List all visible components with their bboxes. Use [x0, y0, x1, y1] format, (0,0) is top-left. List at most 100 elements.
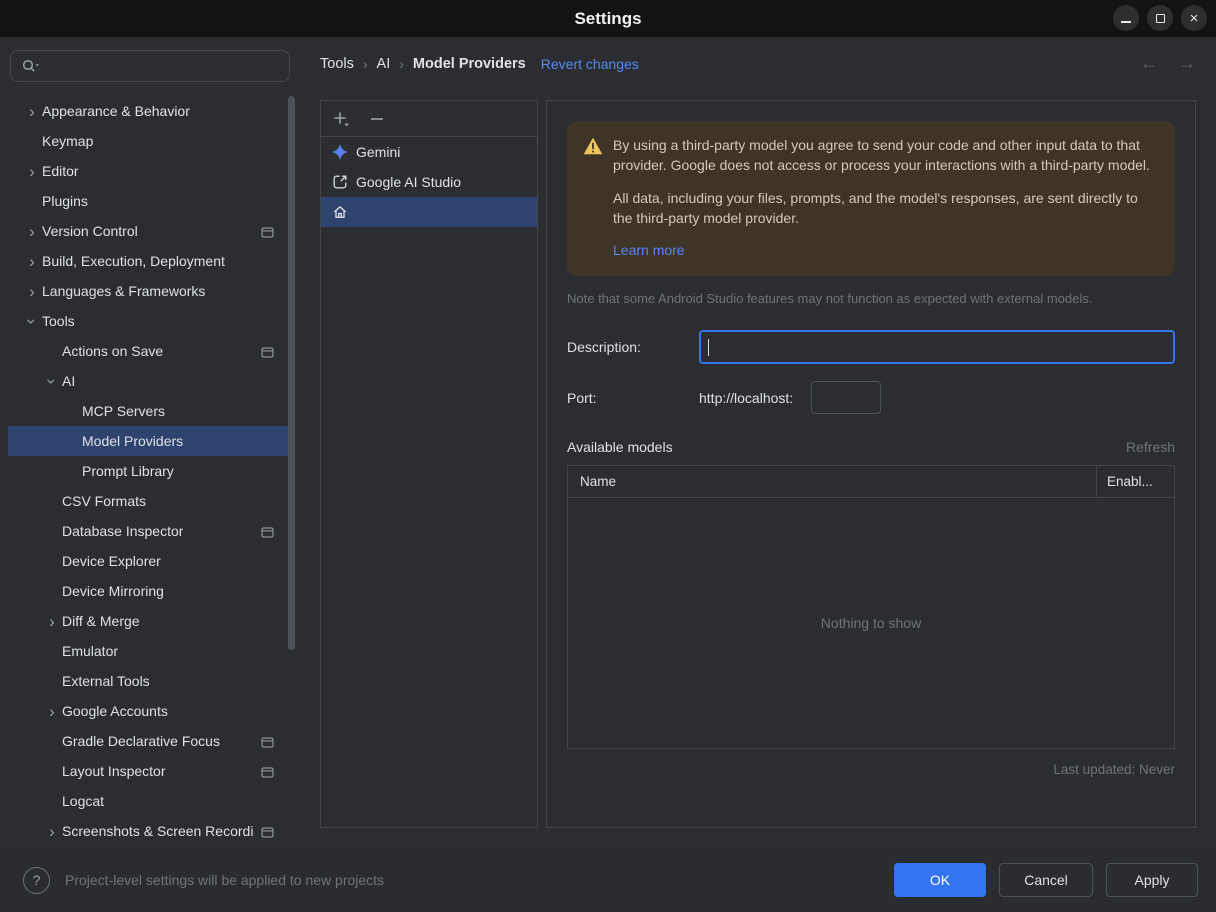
sidebar-item-label: Tools [42, 313, 75, 329]
sidebar-item-actions-on-save[interactable]: Actions on Save [8, 336, 294, 366]
sidebar-item-build-execution-deployment[interactable]: Build, Execution, Deployment [8, 246, 294, 276]
project-window-icon [261, 345, 274, 361]
cancel-button[interactable]: Cancel [999, 863, 1093, 897]
column-header-enabled[interactable]: Enabl... [1096, 466, 1174, 498]
sidebar-item-diff-merge[interactable]: Diff & Merge [8, 606, 294, 636]
sidebar-item-label: Screenshots & Screen Recordi [62, 823, 254, 839]
sidebar-item-database-inspector[interactable]: Database Inspector [8, 516, 294, 546]
settings-tree: Appearance & Behavior Keymap Editor Plug… [8, 96, 294, 846]
project-window-icon [261, 735, 274, 751]
sidebar-item-label: Actions on Save [62, 343, 164, 359]
sidebar-item-model-providers[interactable]: Model Providers [8, 426, 294, 456]
home-icon [331, 204, 348, 221]
ok-button[interactable]: OK [894, 863, 986, 897]
warning-text-1: By using a third-party model you agree t… [613, 137, 1150, 173]
sidebar-item-label: Emulator [62, 643, 119, 659]
sidebar-item-label: Plugins [42, 193, 88, 209]
breadcrumb-model-providers[interactable]: Model Providers [413, 56, 526, 72]
sidebar-item-label: Google Accounts [62, 703, 168, 719]
forward-arrow-icon[interactable]: → [1178, 53, 1196, 74]
revert-changes-link[interactable]: Revert changes [541, 56, 639, 72]
sidebar-item-tools[interactable]: Tools [8, 306, 294, 336]
sidebar-item-emulator[interactable]: Emulator [8, 636, 294, 666]
dialog-footer: ? Project-level settings will be applied… [0, 848, 1216, 912]
sidebar-item-device-explorer[interactable]: Device Explorer [8, 546, 294, 576]
gemini-icon [331, 144, 348, 161]
provider-item-gemini[interactable]: Gemini [321, 137, 537, 167]
localhost-prefix: http://localhost: [699, 389, 794, 406]
sidebar-item-plugins[interactable]: Plugins [8, 186, 294, 216]
search-input[interactable] [10, 50, 290, 82]
chevron-icon [22, 103, 42, 120]
chevron-icon [42, 823, 62, 840]
sidebar-item-ai[interactable]: AI [8, 366, 294, 396]
third-party-warning-banner: By using a third-party model you agree t… [567, 121, 1175, 277]
close-icon: × [1189, 9, 1199, 27]
warning-icon [583, 137, 603, 161]
sidebar-item-csv-formats[interactable]: CSV Formats [8, 486, 294, 516]
chevron-icon [22, 223, 42, 240]
sidebar-item-external-tools[interactable]: External Tools [8, 666, 294, 696]
chevron-right-icon: › [362, 56, 368, 72]
apply-button[interactable]: Apply [1106, 863, 1198, 897]
models-table-header: Name Enabl... [568, 466, 1174, 499]
add-provider-button[interactable] [333, 111, 350, 127]
sidebar-item-google-accounts[interactable]: Google Accounts [8, 696, 294, 726]
external-models-note: Note that some Android Studio features m… [567, 291, 1093, 307]
project-window-icon [261, 525, 274, 541]
sidebar-item-screenshots-screen-recordi[interactable]: Screenshots & Screen Recordi [8, 816, 294, 846]
refresh-link[interactable]: Refresh [1126, 439, 1175, 455]
sidebar-item-label: Keymap [42, 133, 94, 149]
project-window-icon [261, 225, 274, 241]
sidebar-item-label: External Tools [62, 673, 150, 689]
sidebar-item-appearance-behavior[interactable]: Appearance & Behavior [8, 96, 294, 126]
maximize-icon [1155, 13, 1165, 23]
sidebar-item-layout-inspector[interactable]: Layout Inspector [8, 756, 294, 786]
sidebar-item-editor[interactable]: Editor [8, 156, 294, 186]
sidebar-item-prompt-library[interactable]: Prompt Library [8, 456, 294, 486]
minimize-button[interactable] [1113, 5, 1139, 31]
sidebar-item-label: MCP Servers [82, 403, 165, 419]
port-input[interactable] [811, 381, 882, 415]
description-row: Description: [567, 330, 1175, 365]
providers-list-panel: Gemini Google AI Studio [320, 100, 538, 828]
port-row: Port: http://localhost: [567, 381, 1175, 415]
sidebar-item-device-mirroring[interactable]: Device Mirroring [8, 576, 294, 606]
close-button[interactable]: × [1181, 5, 1207, 31]
breadcrumb: Tools › AI › Model Providers Revert chan… [320, 52, 639, 76]
sidebar-scrollbar[interactable] [288, 96, 295, 650]
google-ai-studio-icon [331, 174, 348, 191]
sidebar-item-logcat[interactable]: Logcat [8, 786, 294, 816]
port-label: Port: [567, 389, 597, 406]
provider-item-new[interactable] [321, 197, 537, 227]
question-mark-icon: ? [32, 872, 41, 888]
sidebar-item-label: Layout Inspector [62, 763, 166, 779]
settings-sidebar: Appearance & Behavior Keymap Editor Plug… [8, 48, 295, 846]
provider-item-label: Google AI Studio [356, 174, 462, 190]
column-header-name[interactable]: Name [568, 466, 1096, 497]
sidebar-item-label: Build, Execution, Deployment [42, 253, 225, 269]
providers-toolbar [321, 101, 537, 137]
sidebar-item-label: Logcat [62, 793, 105, 809]
sidebar-item-gradle-declarative-focus[interactable]: Gradle Declarative Focus [8, 726, 294, 756]
sidebar-item-keymap[interactable]: Keymap [8, 126, 294, 156]
sidebar-item-version-control[interactable]: Version Control [8, 216, 294, 246]
back-arrow-icon[interactable]: ← [1140, 53, 1158, 74]
sidebar-item-mcp-servers[interactable]: MCP Servers [8, 396, 294, 426]
maximize-button[interactable] [1147, 5, 1173, 31]
chevron-icon [22, 253, 42, 270]
help-button[interactable]: ? [23, 866, 50, 894]
sidebar-item-languages-frameworks[interactable]: Languages & Frameworks [8, 276, 294, 306]
description-input[interactable] [699, 330, 1175, 365]
model-provider-settings-panel: By using a third-party model you agree t… [546, 100, 1196, 828]
provider-item-google-ai-studio[interactable]: Google AI Studio [321, 167, 537, 197]
breadcrumb-ai[interactable]: AI [377, 56, 391, 72]
history-nav: ← → [1140, 53, 1196, 74]
remove-provider-button[interactable] [370, 112, 384, 126]
breadcrumb-tools[interactable]: Tools [320, 56, 354, 72]
project-window-icon [261, 765, 274, 781]
learn-more-link[interactable]: Learn more [613, 241, 685, 261]
search-icon[interactable] [21, 58, 40, 74]
last-updated-label: Last updated: Never [1053, 762, 1175, 778]
sidebar-item-label: Prompt Library [82, 463, 174, 479]
